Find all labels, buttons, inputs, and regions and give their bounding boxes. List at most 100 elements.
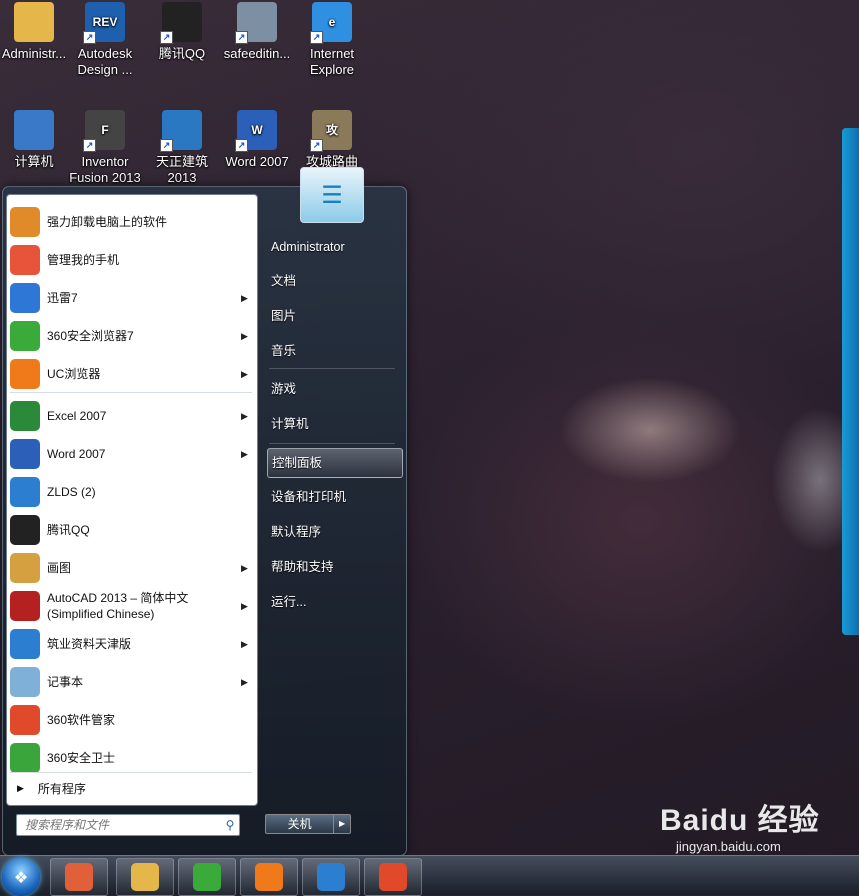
start-link-devices-printers[interactable]: 设备和打印机 — [267, 483, 401, 511]
desktop-icon-word-2007[interactable]: W ↗ Word 2007 — [220, 110, 294, 170]
start-link-control-panel[interactable]: 控制面板 — [267, 448, 403, 478]
360-app-icon — [379, 863, 407, 891]
shutdown-options-arrow-icon[interactable]: ▶ — [334, 814, 351, 834]
user-picture[interactable]: ☰ — [300, 167, 364, 223]
submenu-arrow-icon[interactable]: ▶ — [241, 293, 255, 304]
notepad-icon — [10, 667, 40, 697]
submenu-arrow-icon[interactable]: ▶ — [241, 601, 255, 612]
administrator-icon — [14, 2, 54, 42]
program-item[interactable]: 画图 ▶ — [7, 549, 255, 587]
inventor-fusion-icon: F ↗ — [83, 110, 125, 152]
desktop-icon-game[interactable]: 攻 ↗ 攻城路曲 — [295, 110, 369, 170]
program-item[interactable]: Excel 2007 ▶ — [7, 397, 255, 435]
desktop-icon-tangent-arch[interactable]: ↗ 天正建筑 2013 — [145, 110, 219, 186]
taskbar-button-360-app[interactable] — [364, 858, 422, 896]
program-item-label: 腾讯QQ — [47, 523, 90, 537]
start-link-run[interactable]: 运行... — [267, 588, 401, 616]
taskbar-button-uc-browser[interactable] — [240, 858, 298, 896]
program-item[interactable]: 360软件管家 — [7, 701, 255, 739]
start-link-computer[interactable]: 计算机 — [267, 410, 401, 438]
program-item[interactable]: 360安全浏览器7 ▶ — [7, 317, 255, 355]
shortcut-arrow-icon: ↗ — [160, 31, 173, 44]
paint-icon — [10, 553, 40, 583]
program-item-label: 画图 — [47, 561, 72, 575]
submenu-arrow-icon[interactable]: ▶ — [241, 563, 255, 574]
start-link-games[interactable]: 游戏 — [267, 375, 401, 403]
shortcut-arrow-icon: ↗ — [160, 139, 173, 152]
submenu-arrow-icon[interactable]: ▶ — [241, 411, 255, 422]
separator — [10, 392, 252, 393]
submenu-arrow-icon[interactable]: ▶ — [241, 639, 255, 650]
xunlei-icon — [10, 283, 40, 313]
all-programs-button[interactable]: ▶ 所有程序 — [7, 773, 255, 803]
program-item[interactable]: ZLDS (2) — [7, 473, 255, 511]
word-icon — [10, 439, 40, 469]
glyph-text: W — [251, 123, 263, 137]
desktop-icon-label: 计算机 — [14, 154, 54, 169]
shutdown-control: 关机 ▶ — [265, 814, 351, 834]
taskbar-button-360-browser[interactable] — [178, 858, 236, 896]
program-item-label: 筑业资料天津版 — [47, 637, 132, 651]
desktop-icon-administrator[interactable]: Administr... — [0, 2, 71, 62]
qq-icon: ↗ — [160, 2, 202, 44]
separator — [269, 368, 395, 369]
excel-icon — [10, 401, 40, 431]
glyph-text: e — [328, 15, 336, 29]
start-link-default-programs[interactable]: 默认程序 — [267, 518, 401, 546]
watermark-url: jingyan.baidu.com — [676, 839, 781, 854]
safeediting-icon: ↗ — [235, 2, 277, 44]
zhuye-icon — [10, 629, 40, 659]
search-icon[interactable]: ⚲ — [221, 818, 239, 832]
program-item[interactable]: 强力卸载电脑上的软件 — [7, 203, 255, 241]
program-item-label: UC浏览器 — [47, 367, 101, 381]
desktop-icon-qq[interactable]: ↗ 腾讯QQ — [145, 2, 219, 62]
program-item[interactable]: 迅雷7 ▶ — [7, 279, 255, 317]
start-button[interactable]: ❖ — [2, 858, 40, 896]
autocad-icon — [10, 591, 40, 621]
program-item-label: 管理我的手机 — [47, 253, 120, 267]
program-item[interactable]: Word 2007 ▶ — [7, 435, 255, 473]
search-input[interactable] — [17, 816, 221, 834]
zlds-icon — [317, 863, 345, 891]
desktop-icon-autodesk-design-review[interactable]: REV ↗ Autodesk Design ... — [68, 2, 142, 78]
start-search-box[interactable]: ⚲ — [16, 814, 240, 836]
glyph-text: REV — [92, 15, 118, 29]
360-safe-icon — [10, 743, 40, 773]
start-link-user[interactable]: Administrator — [267, 233, 401, 261]
watermark: Baidu 经验 jingyan.baidu.com — [660, 795, 850, 855]
separator — [269, 443, 395, 444]
program-item[interactable]: UC浏览器 ▶ — [7, 355, 255, 393]
watermark-logo: Baidu 经验 — [660, 804, 820, 837]
desktop-icon-internet-explorer[interactable]: e ↗ Internet Explore — [295, 2, 369, 78]
desktop-icon-computer[interactable]: 计算机 — [0, 110, 71, 170]
program-item-label: 迅雷7 — [47, 291, 78, 305]
program-item-label: 360软件管家 — [47, 713, 116, 727]
pinwheel-icon — [65, 863, 93, 891]
taskbar-button-zlds[interactable] — [302, 858, 360, 896]
game-icon: 攻 ↗ — [310, 110, 352, 152]
desktop-icon-safeediting[interactable]: ↗ safeeditin... — [220, 2, 294, 62]
start-link-music[interactable]: 音乐 — [267, 337, 401, 365]
program-item[interactable]: 管理我的手机 — [7, 241, 255, 279]
zlds-icon — [10, 477, 40, 507]
program-item[interactable]: 记事本 ▶ — [7, 663, 255, 701]
program-item[interactable]: 腾讯QQ — [7, 511, 255, 549]
desktop-icon-label: 腾讯QQ — [158, 46, 206, 61]
program-item[interactable]: 筑业资料天津版 ▶ — [7, 625, 255, 663]
shutdown-button[interactable]: 关机 — [265, 814, 335, 834]
taskbar-button-pinwheel[interactable] — [50, 858, 108, 896]
program-item-label: Word 2007 — [47, 447, 106, 461]
submenu-arrow-icon[interactable]: ▶ — [241, 677, 255, 688]
start-link-documents[interactable]: 文档 — [267, 267, 401, 295]
internet-explorer-icon: e ↗ — [310, 2, 352, 44]
start-link-help-support[interactable]: 帮助和支持 — [267, 553, 401, 581]
submenu-arrow-icon[interactable]: ▶ — [241, 331, 255, 342]
shortcut-arrow-icon: ↗ — [235, 139, 248, 152]
submenu-arrow-icon[interactable]: ▶ — [241, 449, 255, 460]
program-item[interactable]: AutoCAD 2013 – 简体中文 (Simplified Chinese)… — [7, 587, 255, 625]
submenu-arrow-icon[interactable]: ▶ — [241, 369, 255, 380]
side-panel-edge[interactable] — [842, 128, 859, 635]
start-link-pictures[interactable]: 图片 — [267, 302, 401, 330]
taskbar-button-explorer[interactable] — [116, 858, 174, 896]
desktop-icon-inventor-fusion[interactable]: F ↗ Inventor Fusion 2013 — [68, 110, 142, 186]
